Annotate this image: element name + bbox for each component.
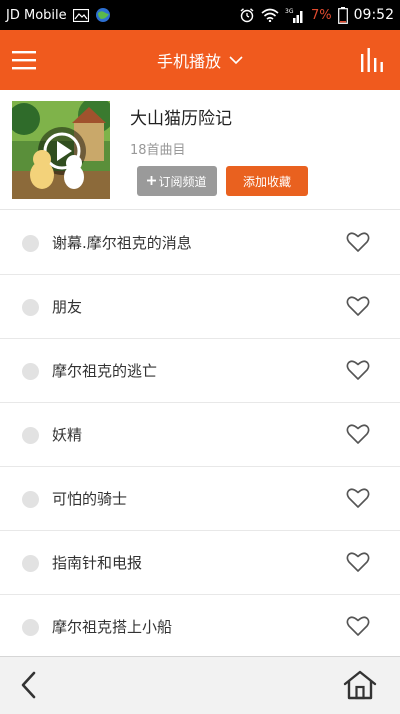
track-row[interactable]: 摩尔祖克的逃亡	[0, 339, 400, 403]
track-status-dot-icon	[22, 555, 39, 572]
status-bar: JD Mobile 3G 7% 09:52	[0, 0, 400, 30]
header-title-group: 手机播放	[0, 30, 400, 90]
equalizer-icon[interactable]	[360, 48, 386, 72]
svg-text:3G: 3G	[285, 8, 294, 15]
add-favorite-button[interactable]: 添加收藏	[226, 166, 308, 196]
heart-icon[interactable]	[346, 551, 370, 573]
track-status-dot-icon	[22, 619, 39, 636]
heart-icon[interactable]	[346, 423, 370, 445]
header-title[interactable]: 手机播放	[157, 48, 221, 72]
status-right: 3G 7% 09:52	[239, 6, 394, 24]
subscribe-channel-button[interactable]: 订阅频道	[137, 166, 217, 196]
track-row[interactable]: 妖精	[0, 403, 400, 467]
hamburger-icon[interactable]	[12, 49, 36, 71]
alarm-clock-icon	[239, 7, 255, 23]
heart-icon[interactable]	[346, 359, 370, 381]
battery-percent: 7%	[311, 7, 332, 23]
track-title: 妖精	[52, 426, 83, 444]
track-status-dot-icon	[22, 427, 39, 444]
back-arrow-icon[interactable]	[16, 670, 42, 700]
app-header: 手机播放	[0, 30, 400, 90]
track-title: 摩尔祖克的逃亡	[52, 362, 158, 380]
subscribe-label: 订阅频道	[158, 174, 207, 189]
heart-icon[interactable]	[346, 231, 370, 253]
favorite-label: 添加收藏	[242, 174, 291, 189]
browser-globe-icon	[95, 7, 111, 23]
track-row[interactable]: 可怕的骑士	[0, 467, 400, 531]
album-header: 大山猫历险记 18首曲目 订阅频道 添加收藏	[0, 90, 400, 210]
heart-icon[interactable]	[346, 487, 370, 509]
image-notification-icon	[72, 8, 89, 22]
track-status-dot-icon	[22, 491, 39, 508]
status-left: JD Mobile	[6, 7, 111, 23]
track-title: 指南针和电报	[52, 554, 143, 572]
bottom-navigation-bar	[0, 656, 400, 714]
track-status-dot-icon	[22, 363, 39, 380]
plus-icon	[147, 174, 157, 188]
track-title: 摩尔祖克搭上小船	[52, 618, 173, 636]
track-title: 谢幕.摩尔祖克的消息	[52, 234, 192, 252]
track-row[interactable]: 谢幕.摩尔祖克的消息	[0, 211, 400, 275]
track-row[interactable]: 朋友	[0, 275, 400, 339]
battery-icon	[337, 6, 348, 24]
status-clock: 09:52	[353, 7, 394, 23]
track-title: 可怕的骑士	[52, 490, 128, 508]
album-cover-image[interactable]	[12, 101, 110, 199]
home-icon[interactable]	[342, 669, 378, 701]
wifi-icon	[261, 8, 279, 22]
track-title: 朋友	[52, 298, 83, 316]
track-list[interactable]: 谢幕.摩尔祖克的消息 朋友 摩尔祖克的逃亡 妖精 可怕的骑士 指南针和电报 摩尔…	[0, 211, 400, 656]
track-row[interactable]: 摩尔祖克搭上小船	[0, 595, 400, 656]
heart-icon[interactable]	[346, 295, 370, 317]
track-status-dot-icon	[22, 299, 39, 316]
track-row[interactable]: 指南针和电报	[0, 531, 400, 595]
heart-icon[interactable]	[346, 615, 370, 637]
album-title: 大山猫历险记	[130, 109, 232, 129]
carrier-name: JD Mobile	[6, 7, 67, 23]
chevron-down-icon[interactable]	[229, 55, 243, 65]
signal-3g-icon: 3G	[285, 7, 305, 23]
track-status-dot-icon	[22, 235, 39, 252]
album-track-count: 18首曲目	[130, 143, 186, 158]
